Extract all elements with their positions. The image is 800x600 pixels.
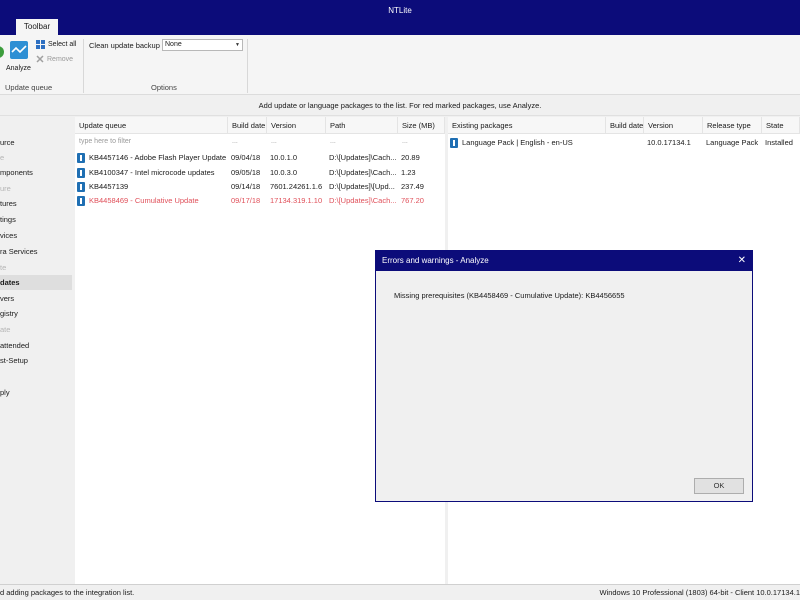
row-size: 237.49 [401,182,424,191]
sidebar-item-services[interactable]: vices [0,228,72,243]
status-left-text: d adding packages to the integration lis… [0,588,135,597]
sidebar-item-unattended[interactable]: attended [0,338,72,353]
close-icon[interactable]: ✕ [738,251,746,271]
row-size: 1.23 [401,168,416,177]
filter-input[interactable]: type here to filter [79,135,131,149]
row-release-type: Language Pack [706,138,759,147]
package-icon [77,153,85,163]
clean-update-backup-value: None [165,41,182,48]
filter-dots: ... [232,138,238,145]
table-row[interactable]: KB4457139 09/14/18 7601.24261.1.6 D:\[Up… [75,179,445,194]
remove-label: Remove [47,55,74,63]
row-date: 09/04/18 [231,153,261,162]
status-right-text: Windows 10 Professional (1803) 64-bit - … [599,588,800,597]
select-all-label: Select all [48,41,77,48]
table-row[interactable]: KB4100347 - Intel microcode updates 09/0… [75,165,445,180]
sidebar-item-source[interactable]: urce [0,135,72,150]
row-version: 10.0.1.0 [270,153,298,162]
row-version: 10.0.17134.1 [647,138,691,147]
ribbon: Analyze Select all Remove Update queue C… [0,35,800,95]
analyze-icon[interactable] [9,40,29,60]
row-path: D:\[Updates]\Cach... [329,153,397,162]
sidebar-item-post-setup[interactable]: st-Setup [0,353,72,368]
row-name: KB4457139 [89,182,129,191]
row-date: 09/14/18 [231,182,261,191]
sidebar-item-header-4: ate [0,325,11,334]
col-header-version[interactable]: Version [644,117,703,134]
remove-icon [36,55,44,63]
errors-warnings-dialog: Errors and warnings - Analyze ✕ Missing … [375,250,753,502]
sidebar-item-header-1: e [0,153,5,162]
row-path: D:\[Updates]\[Upd... [329,182,395,191]
sidebar-item-components[interactable]: mponents [0,165,72,180]
row-path: D:\[Updates]\Cach... [329,196,397,205]
sidebar-item-header-3: te [0,263,7,272]
row-version: 10.0.3.0 [270,168,298,177]
select-all-icon [36,40,45,49]
status-bar: d adding packages to the integration lis… [0,584,800,600]
package-icon [450,138,458,148]
col-header-size[interactable]: Size (MB) [398,117,445,134]
title-bar: NTLite Toolbar [0,0,800,35]
analyze-button[interactable]: Analyze [6,65,31,72]
row-date: 09/17/18 [231,196,261,205]
row-name: KB4100347 - Intel microcode updates [89,168,215,177]
ribbon-divider [247,39,248,93]
col-header-state[interactable]: State [762,117,800,134]
row-name: Language Pack | English - en-US [462,138,573,147]
sidebar-item-settings[interactable]: tings [0,212,72,227]
source-icon[interactable] [0,46,4,58]
col-header-release-type[interactable]: Release type [703,117,762,134]
select-all-button[interactable]: Select all [36,40,76,49]
row-date: 09/05/18 [231,168,261,177]
filter-dots: ... [271,138,277,145]
info-bar: Add update or language packages to the l… [0,96,800,116]
remove-button[interactable]: Remove [36,55,73,63]
row-name: KB4458469 - Cumulative Update [89,196,199,205]
sidebar-item-header-2: ure [0,184,11,193]
row-version: 7601.24261.1.6 [270,182,323,191]
sidebar-item-features[interactable]: tures [0,196,72,211]
row-state: Installed [765,138,793,147]
col-header-path[interactable]: Path [326,117,398,134]
col-header-build-date[interactable]: Build date [228,117,267,134]
chevron-down-icon: ▼ [235,42,240,48]
filter-dots: ... [402,138,408,145]
col-header-build-date[interactable]: Build date [606,117,644,134]
package-icon [77,196,85,206]
tab-toolbar[interactable]: Toolbar [16,19,58,35]
col-header-existing-packages[interactable]: Existing packages [448,117,606,134]
sidebar: urce e mponents ure tures tings vices ra… [0,117,74,584]
sidebar-item-updates[interactable]: dates [0,275,72,290]
row-version: 17134.319.1.10 [270,196,323,205]
col-header-version[interactable]: Version [267,117,326,134]
package-icon [77,168,85,178]
window-title: NTLite [388,6,412,15]
ribbon-divider [83,39,84,93]
dialog-title: Errors and warnings - Analyze [382,256,489,265]
ok-button[interactable]: OK [694,478,744,494]
row-name: KB4457146 - Adobe Flash Player Update [89,153,227,162]
dialog-message: Missing prerequisites (KB4458469 - Cumul… [394,291,625,300]
sidebar-item-drivers[interactable]: vers [0,291,72,306]
sidebar-item-extra-services[interactable]: ra Services [0,244,72,259]
table-row[interactable]: KB4457146 - Adobe Flash Player Update 09… [75,150,445,165]
group-update-queue: Update queue [5,83,53,92]
table-row[interactable]: Language Pack | English - en-US 10.0.171… [448,135,800,150]
table-row[interactable]: KB4458469 - Cumulative Update 09/17/18 1… [75,193,445,208]
sidebar-item-apply[interactable]: ply [0,385,72,400]
row-size: 767.20 [401,196,424,205]
group-options: Options [151,83,177,92]
sidebar-item-registry[interactable]: gistry [0,306,72,321]
row-path: D:\[Updates]\Cach... [329,168,397,177]
filter-dots: ... [330,138,336,145]
col-header-update-queue[interactable]: Update queue [75,117,228,134]
clean-update-backup-label: Clean update backup [89,41,160,50]
package-icon [77,182,85,192]
filter-row[interactable]: type here to filter ... ... ... ... [75,135,445,149]
row-size: 20.89 [401,153,420,162]
dialog-title-bar: Errors and warnings - Analyze ✕ [376,251,752,271]
clean-update-backup-select[interactable]: None ▼ [162,39,243,51]
